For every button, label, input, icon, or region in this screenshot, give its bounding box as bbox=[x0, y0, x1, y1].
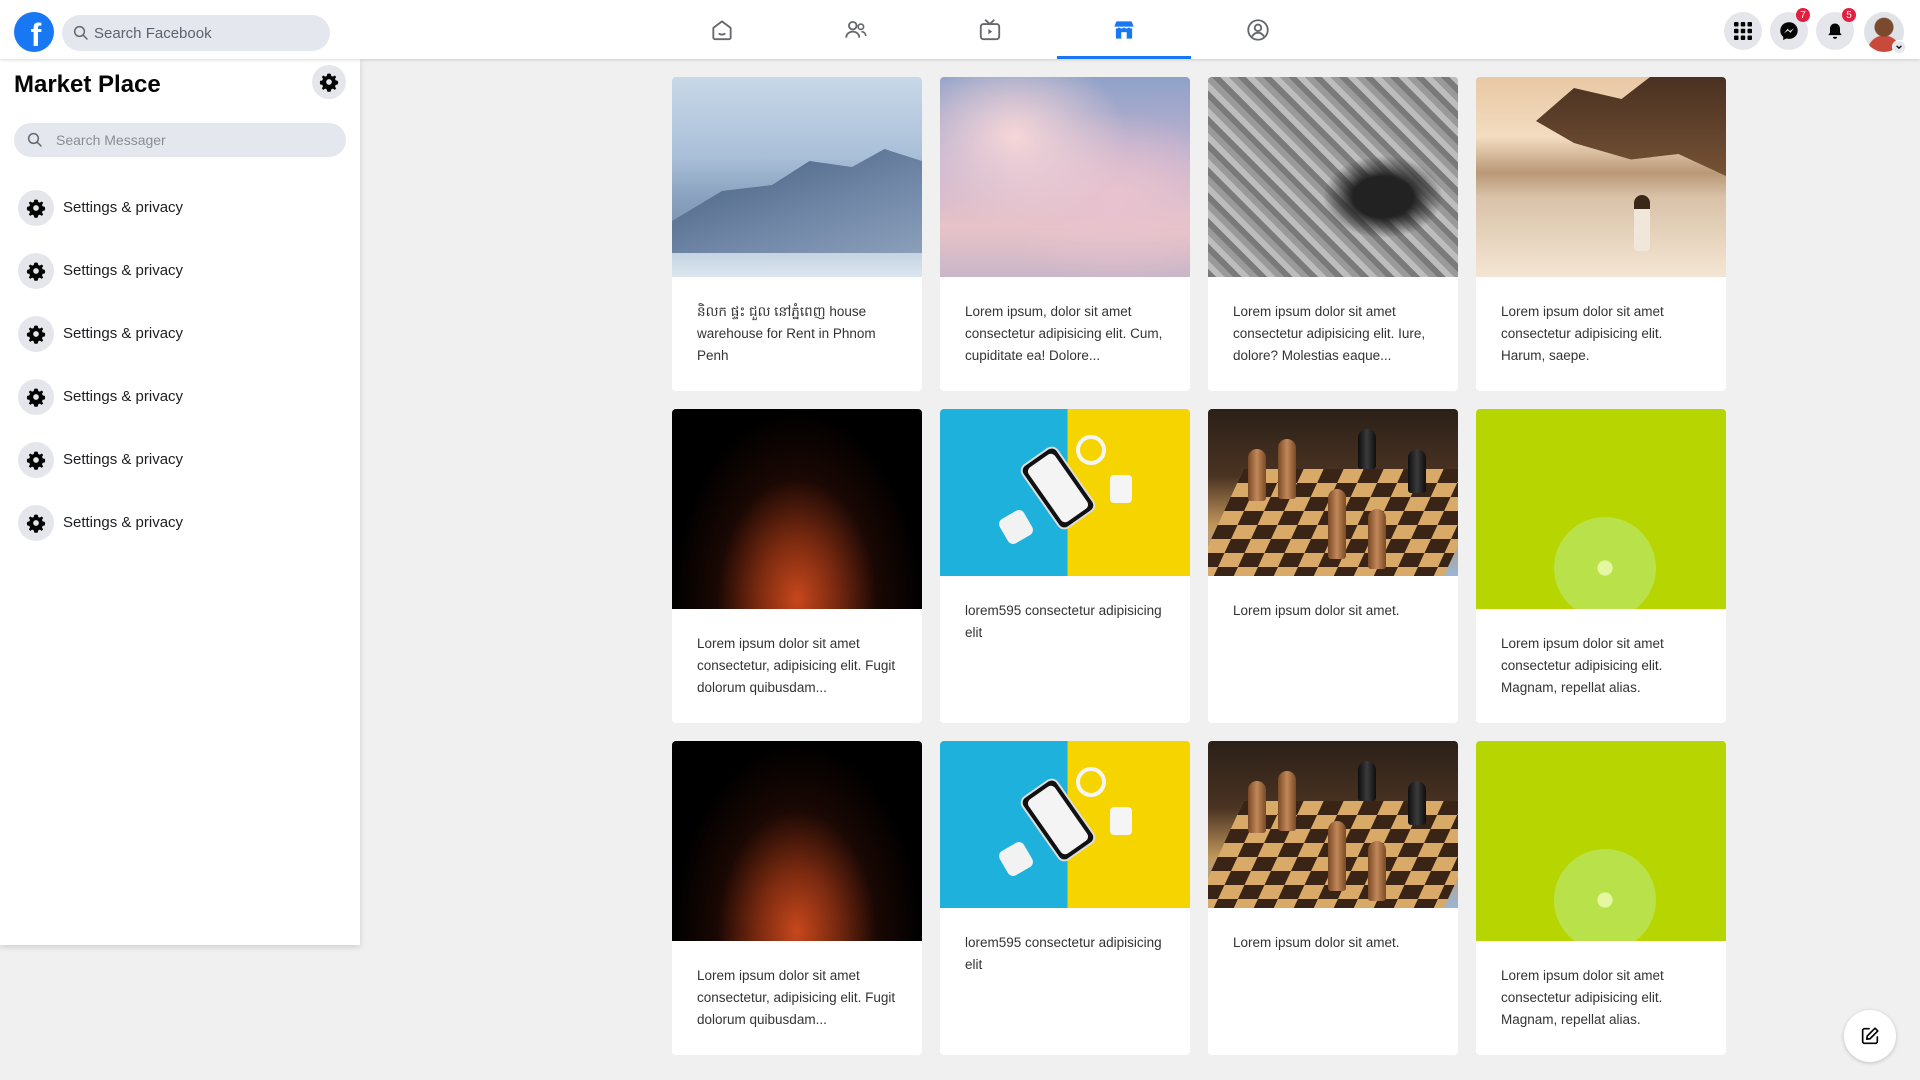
listing-image-lime-slice bbox=[1476, 741, 1726, 941]
sidebar-item-label: Settings & privacy bbox=[63, 388, 184, 405]
gear-icon bbox=[18, 504, 54, 541]
listing-image-beach-woman bbox=[1476, 77, 1726, 277]
listing-card[interactable]: និលក ផ្ទះ ជួល នៅភ្នំពេញ house warehouse … bbox=[672, 77, 922, 391]
listing-description: Lorem ipsum, dolor sit amet consectetur … bbox=[965, 304, 1163, 363]
listing-card[interactable]: Lorem ipsum dolor sit amet. bbox=[1208, 741, 1458, 1055]
notifications-badge: 5 bbox=[1842, 8, 1856, 22]
listing-description: Lorem ipsum dolor sit amet consectetur, … bbox=[697, 968, 896, 1027]
sidebar-item-settings-privacy[interactable]: Settings & privacy bbox=[18, 239, 348, 302]
sidebar-item-label: Settings & privacy bbox=[63, 262, 184, 279]
listing-image-fire-dark bbox=[672, 741, 922, 941]
main-nav bbox=[655, 0, 1325, 59]
search-facebook-input[interactable]: Search Facebook bbox=[62, 15, 330, 51]
listing-card[interactable]: Lorem ipsum dolor sit amet. bbox=[1208, 409, 1458, 723]
listing-description: Lorem ipsum dolor sit amet. bbox=[1233, 603, 1400, 618]
sidebar-item-settings-privacy[interactable]: Settings & privacy bbox=[18, 365, 348, 428]
top-bar: f Search Facebook 7 5 bbox=[0, 0, 1920, 59]
messenger-button[interactable]: 7 bbox=[1770, 8, 1810, 50]
gear-icon bbox=[18, 315, 54, 352]
listing-image-lime-slice bbox=[1476, 409, 1726, 609]
marketplace-sidebar: Market Place Search Messager Settings & … bbox=[0, 59, 360, 945]
page-title: Market Place bbox=[14, 71, 161, 98]
sidebar-item-label: Settings & privacy bbox=[63, 451, 184, 468]
nav-marketplace[interactable] bbox=[1057, 0, 1191, 59]
menu-button[interactable] bbox=[1724, 12, 1762, 50]
home-icon bbox=[712, 19, 732, 40]
friends-icon bbox=[845, 20, 867, 38]
listing-card[interactable]: lorem595 consectetur adipisicing elit bbox=[940, 409, 1190, 723]
search-icon bbox=[73, 25, 88, 40]
search-placeholder: Search Facebook bbox=[94, 24, 212, 42]
listing-description: Lorem ipsum dolor sit amet consectetur a… bbox=[1501, 304, 1664, 363]
listing-card[interactable]: Lorem ipsum dolor sit amet consectetur a… bbox=[1476, 409, 1726, 723]
listing-image-phone-accessories bbox=[940, 409, 1190, 576]
listing-description: Lorem ipsum dolor sit amet consectetur a… bbox=[1233, 304, 1426, 363]
messenger-icon bbox=[1780, 22, 1798, 41]
search-icon bbox=[27, 132, 42, 147]
listing-image-pink-sky bbox=[940, 77, 1190, 277]
listing-card[interactable]: Lorem ipsum dolor sit amet consectetur a… bbox=[1476, 77, 1726, 391]
messenger-badge: 7 bbox=[1796, 8, 1810, 22]
listing-image-chess-board bbox=[1208, 409, 1458, 576]
listing-card[interactable]: Lorem ipsum, dolor sit amet consectetur … bbox=[940, 77, 1190, 391]
sidebar-item-settings-privacy[interactable]: Settings & privacy bbox=[18, 428, 348, 491]
listing-image-chess-board bbox=[1208, 741, 1458, 908]
sidebar-item-label: Settings & privacy bbox=[63, 325, 184, 342]
listing-image-mountain-lake bbox=[672, 77, 922, 277]
gear-icon bbox=[18, 441, 54, 478]
nav-profile[interactable] bbox=[1191, 0, 1325, 59]
listings-grid: និលក ផ្ទះ ជួល នៅភ្នំពេញ house warehouse … bbox=[672, 77, 1726, 1055]
sidebar-item-settings-privacy[interactable]: Settings & privacy bbox=[18, 491, 348, 554]
grid-menu-icon bbox=[1734, 22, 1752, 40]
sidebar-search-placeholder: Search Messager bbox=[56, 132, 166, 148]
listing-card[interactable]: Lorem ipsum dolor sit amet consectetur, … bbox=[672, 409, 922, 723]
sidebar-item-settings-privacy[interactable]: Settings & privacy bbox=[18, 176, 348, 239]
sidebar-item-settings-privacy[interactable]: Settings & privacy bbox=[18, 302, 348, 365]
listing-card[interactable]: Lorem ipsum dolor sit amet consectetur, … bbox=[672, 741, 922, 1055]
listing-description: Lorem ipsum dolor sit amet consectetur a… bbox=[1501, 968, 1664, 1027]
gear-icon bbox=[18, 252, 54, 289]
sidebar-menu: Settings & privacy Settings & privacy Se… bbox=[18, 176, 348, 554]
watch-icon bbox=[979, 18, 1001, 40]
logo-letter: f bbox=[30, 17, 42, 53]
account-avatar[interactable] bbox=[1864, 12, 1906, 54]
sidebar-settings-button[interactable] bbox=[312, 65, 346, 99]
search-messager-input[interactable]: Search Messager bbox=[14, 123, 346, 157]
gear-icon bbox=[319, 73, 339, 92]
listing-image-bw-car-interior bbox=[1208, 77, 1458, 277]
nav-home[interactable] bbox=[655, 0, 789, 59]
listing-description: Lorem ipsum dolor sit amet. bbox=[1233, 935, 1400, 950]
gear-icon bbox=[18, 189, 54, 226]
new-message-button[interactable] bbox=[1844, 1010, 1896, 1062]
marketplace-icon bbox=[1114, 20, 1134, 39]
compose-icon bbox=[1861, 1027, 1879, 1045]
bell-icon bbox=[1828, 23, 1842, 39]
listing-description: lorem595 consectetur adipisicing elit bbox=[965, 603, 1162, 640]
facebook-logo[interactable]: f bbox=[14, 12, 54, 52]
listing-description: lorem595 consectetur adipisicing elit bbox=[965, 935, 1162, 972]
listing-description: Lorem ipsum dolor sit amet consectetur a… bbox=[1501, 636, 1664, 695]
listing-image-phone-accessories bbox=[940, 741, 1190, 908]
listing-image-fire-dark bbox=[672, 409, 922, 609]
listing-card[interactable]: Lorem ipsum dolor sit amet consectetur a… bbox=[1476, 741, 1726, 1055]
listing-card[interactable]: lorem595 consectetur adipisicing elit bbox=[940, 741, 1190, 1055]
nav-watch[interactable] bbox=[923, 0, 1057, 59]
profile-icon bbox=[1247, 18, 1269, 41]
sidebar-item-label: Settings & privacy bbox=[63, 199, 184, 216]
sidebar-item-label: Settings & privacy bbox=[63, 514, 184, 531]
chevron-down-icon bbox=[1892, 40, 1906, 54]
listing-description: Lorem ipsum dolor sit amet consectetur, … bbox=[697, 636, 896, 695]
listing-description: និលក ផ្ទះ ជួល នៅភ្នំពេញ house warehouse … bbox=[697, 304, 876, 363]
gear-icon bbox=[18, 378, 54, 415]
nav-friends[interactable] bbox=[789, 0, 923, 59]
notifications-button[interactable]: 5 bbox=[1816, 8, 1856, 50]
listing-card[interactable]: Lorem ipsum dolor sit amet consectetur a… bbox=[1208, 77, 1458, 391]
